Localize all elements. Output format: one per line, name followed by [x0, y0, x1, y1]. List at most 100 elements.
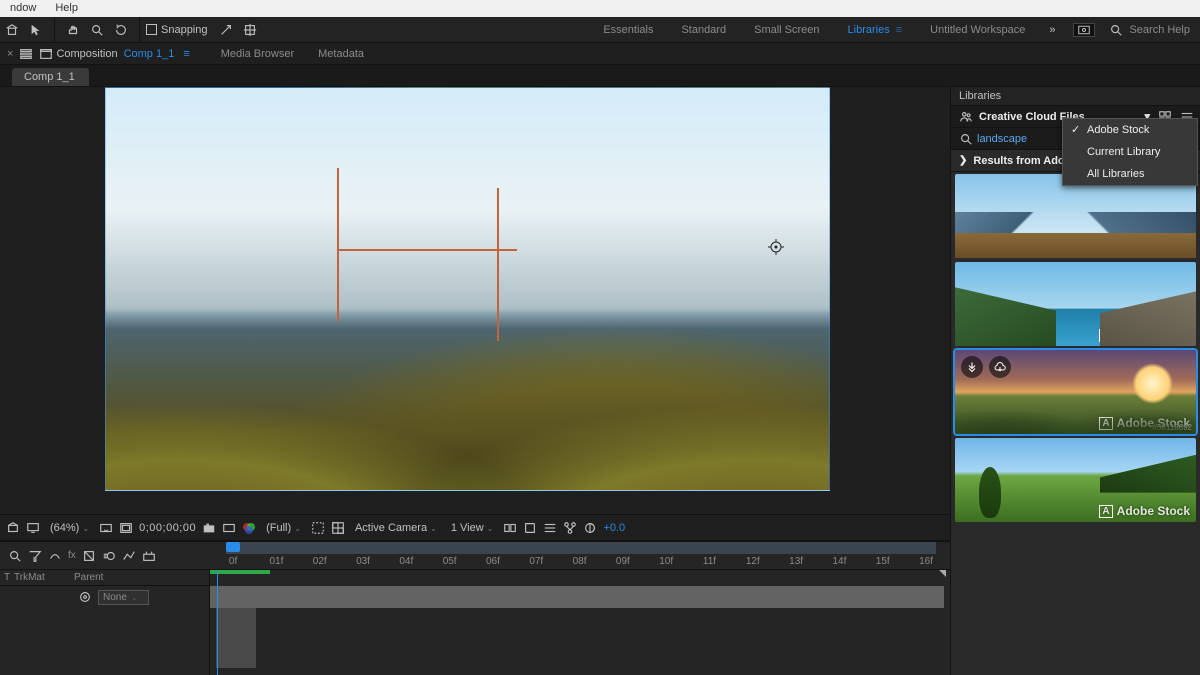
workspace-standard[interactable]: Standard — [667, 17, 740, 43]
tl-brainstorm-icon[interactable] — [142, 549, 156, 563]
workarea-bar[interactable] — [210, 570, 270, 574]
magnify-icon[interactable] — [6, 521, 20, 535]
os-menu-help[interactable]: Help — [47, 2, 86, 14]
exposure-reset-icon[interactable] — [583, 521, 597, 535]
ruler-tick: 03f — [356, 556, 370, 568]
workspace-untitled[interactable]: Untitled Workspace — [916, 17, 1039, 43]
res-down-icon[interactable] — [99, 521, 113, 535]
close-panel-icon[interactable]: × — [7, 48, 13, 60]
tl-graph-icon[interactable] — [122, 549, 136, 563]
search-value: landscape — [977, 133, 1027, 145]
tab-media-browser[interactable]: Media Browser — [221, 48, 294, 60]
composition-canvas[interactable] — [105, 87, 830, 491]
download-preview-button[interactable] — [989, 356, 1011, 378]
col-parent: Parent — [74, 572, 103, 583]
search-help-field[interactable]: Search Help — [1103, 23, 1200, 37]
people-icon — [959, 110, 973, 124]
timeline-ruler[interactable]: 0f 01f 02f 03f 04f 05f 06f 07f 08f 09f 1… — [226, 542, 942, 569]
comp-end-marker[interactable] — [936, 570, 946, 584]
ruler-tick: 05f — [443, 556, 457, 568]
channels-icon[interactable] — [242, 521, 256, 535]
current-timecode[interactable]: 0;00;00;00 — [139, 522, 196, 534]
zoom-dropdown[interactable]: (64%) ⌄ — [46, 522, 93, 534]
snapping-opt1-icon[interactable] — [216, 20, 236, 40]
scope-current-library[interactable]: Current Library — [1063, 141, 1197, 163]
timeline-columns: T TrkMat Parent None⌄ — [0, 570, 210, 675]
scope-all-libraries[interactable]: All Libraries — [1063, 163, 1197, 185]
viewer-tab[interactable]: Comp 1_1 — [12, 68, 89, 86]
layer-row[interactable]: None⌄ — [0, 586, 209, 608]
transparency-grid-icon[interactable] — [331, 521, 345, 535]
stock-thumb[interactable]: AAdobe Stock — [955, 438, 1196, 522]
os-menu-bar: ndow Help — [0, 0, 1200, 17]
app-toolbar: Snapping Essentials Standard Small Scree… — [0, 17, 1200, 43]
views-dropdown[interactable]: 1 View ⌄ — [447, 522, 498, 534]
tl-fx-icon[interactable]: fx — [68, 550, 76, 561]
flowchart-icon[interactable] — [563, 521, 577, 535]
os-menu-window[interactable]: ndow — [2, 2, 44, 14]
comp-dropdown-icon[interactable]: ≡ — [183, 48, 189, 60]
parent-pickwhip-icon[interactable] — [78, 590, 92, 604]
roi-icon[interactable] — [311, 521, 325, 535]
watermark: AAdobe Stock — [1099, 416, 1190, 430]
exposure-value[interactable]: +0.0 — [603, 522, 625, 534]
rotate-tool-icon[interactable] — [111, 20, 131, 40]
tab-metadata[interactable]: Metadata — [318, 48, 364, 60]
tl-motion-blur-icon[interactable] — [102, 549, 116, 563]
playhead-line[interactable] — [217, 570, 218, 675]
ruler-tick: 13f — [789, 556, 803, 568]
panel-menu-icon[interactable] — [19, 47, 33, 61]
ruler-tick: 06f — [486, 556, 500, 568]
scope-adobe-stock[interactable]: Adobe Stock — [1063, 119, 1197, 141]
workspace-small-screen[interactable]: Small Screen — [740, 17, 833, 43]
home-tool-icon[interactable] — [2, 20, 22, 40]
display-icon[interactable] — [26, 521, 40, 535]
stock-thumb[interactable]: AAdobe Stock — [955, 262, 1196, 346]
show-snapshot-icon[interactable] — [222, 521, 236, 535]
sync-settings-icon[interactable] — [1073, 23, 1095, 37]
snapping-opt2-icon[interactable] — [240, 20, 260, 40]
col-t: T — [4, 572, 14, 583]
snapping-checkbox[interactable] — [146, 24, 157, 35]
comp-name[interactable]: Comp 1_1 — [124, 48, 175, 60]
composition-viewer[interactable] — [0, 87, 950, 514]
col-trkmat: TrkMat — [14, 572, 74, 583]
playhead-icon[interactable] — [226, 542, 240, 556]
watermark: AAdobe Stock — [1099, 504, 1190, 518]
stock-thumb-selected[interactable]: AAdobe Stock #58118692 — [955, 350, 1196, 434]
comp-icon — [39, 47, 53, 61]
resolution-dropdown[interactable]: (Full) ⌄ — [262, 522, 305, 534]
license-button[interactable] — [961, 356, 983, 378]
ruler-tick: 15f — [876, 556, 890, 568]
layer-range[interactable] — [216, 608, 256, 668]
search-layers-icon[interactable] — [8, 549, 22, 563]
camera-dropdown[interactable]: Active Camera ⌄ — [351, 522, 441, 534]
chevron-right-icon: ❯ — [959, 155, 967, 166]
ruler-tick: 0f — [229, 556, 237, 568]
libraries-title[interactable]: Libraries — [951, 87, 1200, 106]
tl-filter-icon[interactable] — [28, 549, 42, 563]
hand-tool-icon[interactable] — [63, 20, 83, 40]
stock-thumb[interactable]: AAdobe Stock #99167308 — [955, 174, 1196, 258]
snapshot-icon[interactable] — [202, 521, 216, 535]
selection-tool-icon[interactable] — [26, 20, 46, 40]
ruler-tick: 01f — [269, 556, 283, 568]
composition-header: × Composition Comp 1_1 ≡ Media Browser M… — [0, 43, 1200, 65]
workspace-overflow-icon[interactable]: » — [1039, 24, 1065, 36]
tl-frame-blend-icon[interactable] — [82, 549, 96, 563]
timeline-icon[interactable] — [543, 521, 557, 535]
zoom-tool-icon[interactable] — [87, 20, 107, 40]
timeline-tracks[interactable] — [210, 570, 950, 675]
parent-dropdown[interactable]: None⌄ — [98, 590, 149, 605]
layer-bar[interactable] — [210, 586, 944, 608]
workspace-menu-icon[interactable]: ≡ — [896, 24, 902, 36]
safe-zones-icon[interactable] — [119, 521, 133, 535]
workspace-switcher: Essentials Standard Small Screen Librari… — [589, 17, 1200, 43]
fast-previews-icon[interactable] — [523, 521, 537, 535]
pixel-ar-icon[interactable] — [503, 521, 517, 535]
search-help-placeholder: Search Help — [1129, 24, 1190, 36]
workspace-libraries[interactable]: Libraries ≡ — [834, 17, 917, 43]
tl-shy-icon[interactable] — [48, 549, 62, 563]
workspace-essentials[interactable]: Essentials — [589, 17, 667, 43]
watermark: AAdobe Stock — [1099, 240, 1190, 254]
